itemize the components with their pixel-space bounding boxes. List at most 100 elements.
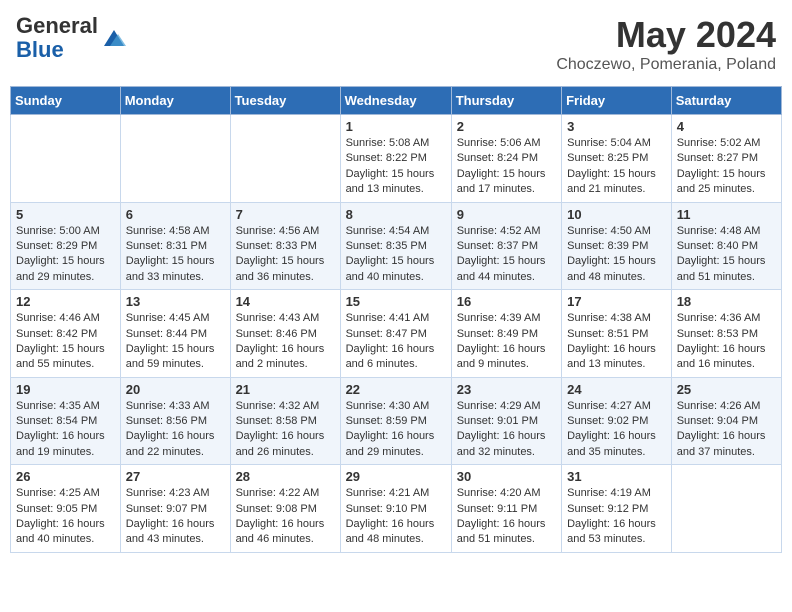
day-info: Sunrise: 4:23 AMSunset: 9:07 PMDaylight:… <box>126 486 225 548</box>
logo-general-text: General <box>16 13 98 38</box>
day-number: 19 <box>16 382 115 397</box>
day-info: Sunrise: 4:38 AMSunset: 8:51 PMDaylight:… <box>567 311 666 373</box>
day-number: 23 <box>457 382 556 397</box>
day-info: Sunrise: 4:58 AMSunset: 8:31 PMDaylight:… <box>126 224 225 286</box>
day-number: 31 <box>567 469 666 484</box>
calendar-cell: 5Sunrise: 5:00 AMSunset: 8:29 PMDaylight… <box>11 202 121 290</box>
day-info: Sunrise: 4:33 AMSunset: 8:56 PMDaylight:… <box>126 399 225 461</box>
calendar-cell: 15Sunrise: 4:41 AMSunset: 8:47 PMDayligh… <box>340 290 451 378</box>
day-number: 3 <box>567 119 666 134</box>
calendar-cell: 2 Sunrise: 5:06 AMSunset: 8:24 PMDaylight… <box>451 115 561 203</box>
calendar-week-row: 5Sunrise: 5:00 AMSunset: 8:29 PMDaylight… <box>11 202 782 290</box>
calendar-cell: 30 Sunrise: 4:20 AMSunset: 9:11 PMDayligh… <box>451 465 561 553</box>
calendar-table: SundayMondayTuesdayWednesdayThursdayFrid… <box>10 86 782 553</box>
calendar-cell: 25 Sunrise: 4:26 AMSunset: 9:04 PMDayligh… <box>671 377 781 465</box>
day-info: Sunrise: 5:06 AMSunset: 8:24 PMDaylight:… <box>457 136 556 198</box>
calendar-cell <box>671 465 781 553</box>
day-number: 9 <box>457 207 556 222</box>
day-info: Sunrise: 4:30 AMSunset: 8:59 PMDaylight:… <box>346 399 446 461</box>
calendar-cell: 12 Sunrise: 4:46 AMSunset: 8:42 PMDayligh… <box>11 290 121 378</box>
day-info: Sunrise: 5:02 AMSunset: 8:27 PMDaylight:… <box>677 136 776 198</box>
day-info: Sunrise: 4:56 AMSunset: 8:33 PMDaylight:… <box>236 224 335 286</box>
weekday-header-tuesday: Tuesday <box>230 87 340 115</box>
calendar-cell: 22Sunrise: 4:30 AMSunset: 8:59 PMDayligh… <box>340 377 451 465</box>
logo: General Blue <box>16 14 128 62</box>
day-number: 21 <box>236 382 335 397</box>
calendar-cell <box>120 115 230 203</box>
day-info: Sunrise: 4:43 AMSunset: 8:46 PMDaylight:… <box>236 311 335 373</box>
title-block: May 2024 Choczewo, Pomerania, Poland <box>556 14 776 74</box>
calendar-cell: 9 Sunrise: 4:52 AMSunset: 8:37 PMDaylight… <box>451 202 561 290</box>
day-info: Sunrise: 4:27 AMSunset: 9:02 PMDaylight:… <box>567 399 666 461</box>
day-number: 30 <box>457 469 556 484</box>
day-info: Sunrise: 4:52 AMSunset: 8:37 PMDaylight:… <box>457 224 556 286</box>
day-number: 28 <box>236 469 335 484</box>
day-info: Sunrise: 4:39 AMSunset: 8:49 PMDaylight:… <box>457 311 556 373</box>
calendar-cell: 26Sunrise: 4:25 AMSunset: 9:05 PMDayligh… <box>11 465 121 553</box>
day-number: 27 <box>126 469 225 484</box>
calendar-cell: 18 Sunrise: 4:36 AMSunset: 8:53 PMDayligh… <box>671 290 781 378</box>
day-number: 18 <box>677 294 776 309</box>
day-number: 4 <box>677 119 776 134</box>
calendar-cell: 10 Sunrise: 4:50 AMSunset: 8:39 PMDayligh… <box>562 202 672 290</box>
calendar-cell: 24Sunrise: 4:27 AMSunset: 9:02 PMDayligh… <box>562 377 672 465</box>
weekday-header-saturday: Saturday <box>671 87 781 115</box>
calendar-cell: 1 Sunrise: 5:08 AMSunset: 8:22 PMDaylight… <box>340 115 451 203</box>
day-number: 7 <box>236 207 335 222</box>
day-number: 1 <box>346 119 446 134</box>
day-number: 10 <box>567 207 666 222</box>
calendar-cell: 8 Sunrise: 4:54 AMSunset: 8:35 PMDaylight… <box>340 202 451 290</box>
calendar-cell: 4 Sunrise: 5:02 AMSunset: 8:27 PMDaylight… <box>671 115 781 203</box>
weekday-header-wednesday: Wednesday <box>340 87 451 115</box>
subtitle: Choczewo, Pomerania, Poland <box>556 56 776 74</box>
day-number: 29 <box>346 469 446 484</box>
day-number: 17 <box>567 294 666 309</box>
day-info: Sunrise: 4:48 AMSunset: 8:40 PMDaylight:… <box>677 224 776 286</box>
day-number: 26 <box>16 469 115 484</box>
day-number: 13 <box>126 294 225 309</box>
weekday-header-row: SundayMondayTuesdayWednesdayThursdayFrid… <box>11 87 782 115</box>
day-info: Sunrise: 4:46 AMSunset: 8:42 PMDaylight:… <box>16 311 115 373</box>
day-number: 16 <box>457 294 556 309</box>
day-info: Sunrise: 4:22 AMSunset: 9:08 PMDaylight:… <box>236 486 335 548</box>
day-number: 20 <box>126 382 225 397</box>
day-number: 12 <box>16 294 115 309</box>
calendar-cell: 6 Sunrise: 4:58 AMSunset: 8:31 PMDaylight… <box>120 202 230 290</box>
day-number: 11 <box>677 207 776 222</box>
day-number: 8 <box>346 207 446 222</box>
day-info: Sunrise: 4:20 AMSunset: 9:11 PMDaylight:… <box>457 486 556 548</box>
calendar-week-row: 12 Sunrise: 4:46 AMSunset: 8:42 PMDayligh… <box>11 290 782 378</box>
calendar-week-row: 19 Sunrise: 4:35 AMSunset: 8:54 PMDayligh… <box>11 377 782 465</box>
calendar-cell: 14 Sunrise: 4:43 AMSunset: 8:46 PMDayligh… <box>230 290 340 378</box>
calendar-cell: 17 Sunrise: 4:38 AMSunset: 8:51 PMDayligh… <box>562 290 672 378</box>
day-info: Sunrise: 4:19 AMSunset: 9:12 PMDaylight:… <box>567 486 666 548</box>
day-number: 14 <box>236 294 335 309</box>
day-info: Sunrise: 4:54 AMSunset: 8:35 PMDaylight:… <box>346 224 446 286</box>
calendar-cell: 20 Sunrise: 4:33 AMSunset: 8:56 PMDayligh… <box>120 377 230 465</box>
calendar-cell: 23 Sunrise: 4:29 AMSunset: 9:01 PMDayligh… <box>451 377 561 465</box>
day-info: Sunrise: 5:08 AMSunset: 8:22 PMDaylight:… <box>346 136 446 198</box>
page-header: General Blue May 2024 Choczewo, Pomerani… <box>10 10 782 78</box>
calendar-cell: 27 Sunrise: 4:23 AMSunset: 9:07 PMDayligh… <box>120 465 230 553</box>
calendar-cell: 19 Sunrise: 4:35 AMSunset: 8:54 PMDayligh… <box>11 377 121 465</box>
day-number: 6 <box>126 207 225 222</box>
day-number: 2 <box>457 119 556 134</box>
calendar-cell <box>11 115 121 203</box>
day-info: Sunrise: 4:26 AMSunset: 9:04 PMDaylight:… <box>677 399 776 461</box>
calendar-cell: 29 Sunrise: 4:21 AMSunset: 9:10 PMDayligh… <box>340 465 451 553</box>
day-info: Sunrise: 4:45 AMSunset: 8:44 PMDaylight:… <box>126 311 225 373</box>
calendar-cell <box>230 115 340 203</box>
day-info: Sunrise: 4:21 AMSunset: 9:10 PMDaylight:… <box>346 486 446 548</box>
weekday-header-thursday: Thursday <box>451 87 561 115</box>
day-info: Sunrise: 4:50 AMSunset: 8:39 PMDaylight:… <box>567 224 666 286</box>
day-number: 25 <box>677 382 776 397</box>
weekday-header-friday: Friday <box>562 87 672 115</box>
calendar-week-row: 26Sunrise: 4:25 AMSunset: 9:05 PMDayligh… <box>11 465 782 553</box>
calendar-cell: 31 Sunrise: 4:19 AMSunset: 9:12 PMDayligh… <box>562 465 672 553</box>
day-info: Sunrise: 4:35 AMSunset: 8:54 PMDaylight:… <box>16 399 115 461</box>
calendar-cell: 7 Sunrise: 4:56 AMSunset: 8:33 PMDaylight… <box>230 202 340 290</box>
day-info: Sunrise: 4:29 AMSunset: 9:01 PMDaylight:… <box>457 399 556 461</box>
day-info: Sunrise: 4:36 AMSunset: 8:53 PMDaylight:… <box>677 311 776 373</box>
day-number: 15 <box>346 294 446 309</box>
day-info: Sunrise: 4:32 AMSunset: 8:58 PMDaylight:… <box>236 399 335 461</box>
